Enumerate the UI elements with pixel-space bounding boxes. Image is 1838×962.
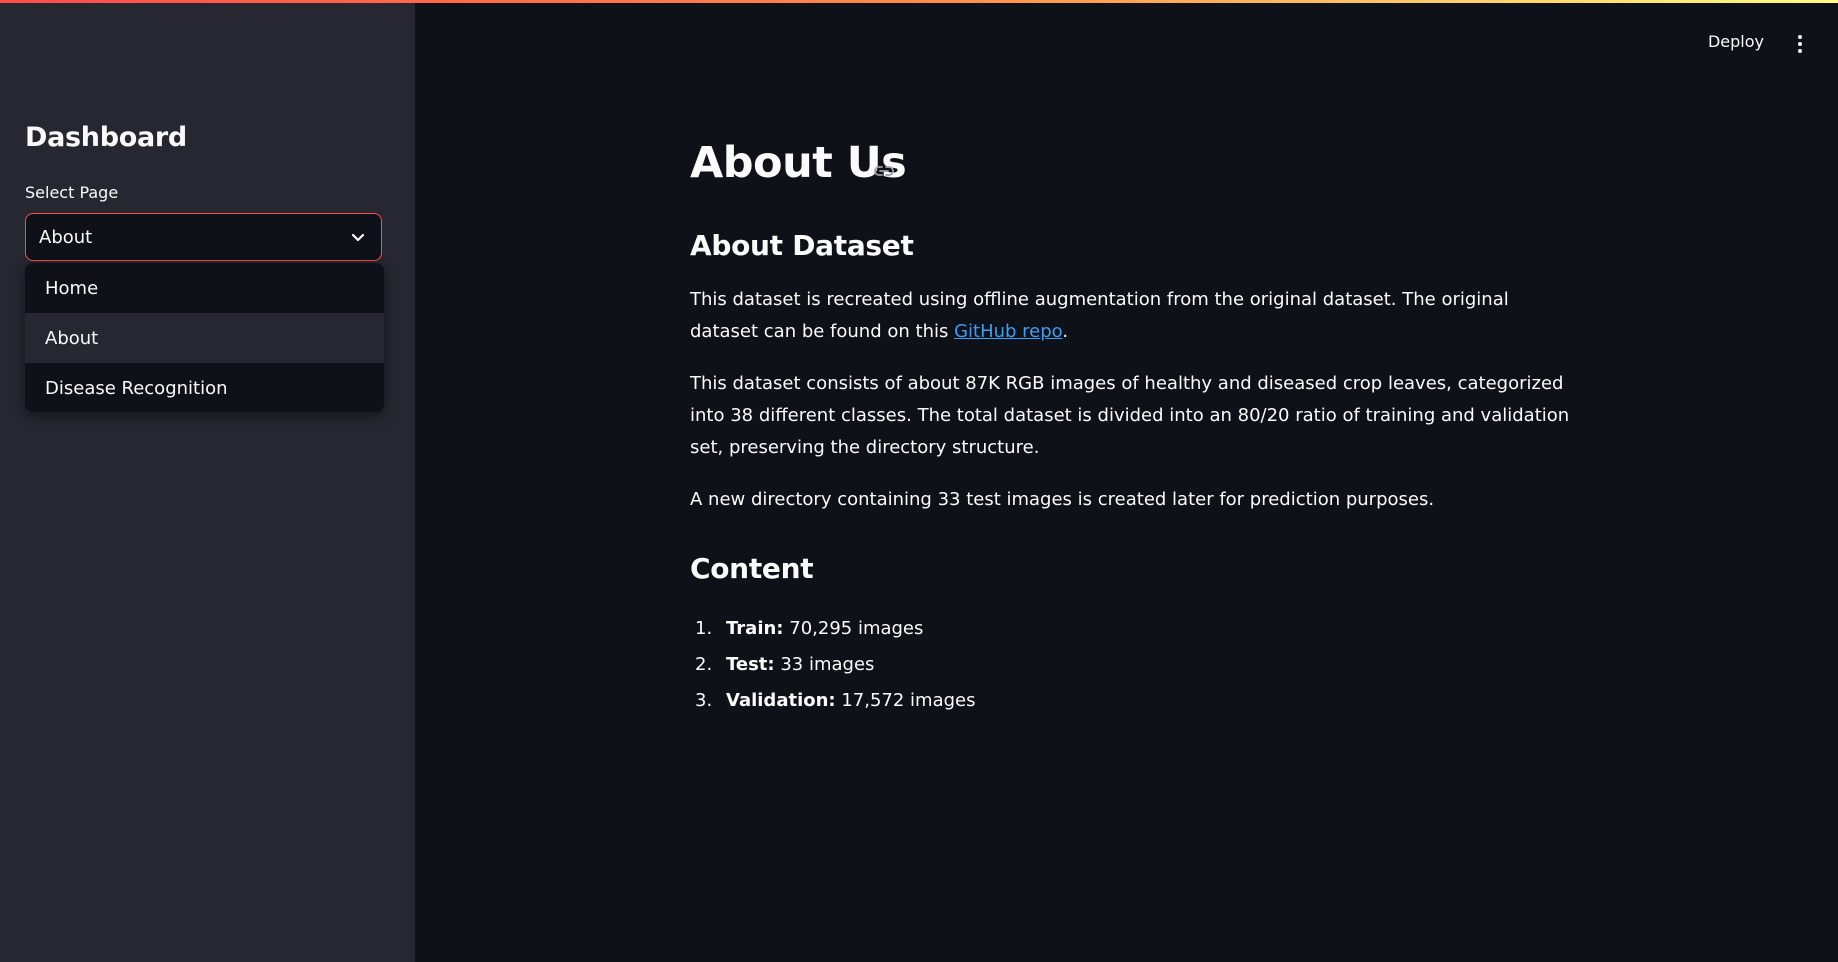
option-home[interactable]: Home — [25, 263, 384, 313]
dataset-description-paragraph: This dataset is recreated using offline … — [690, 284, 1570, 348]
chevron-down-icon — [351, 233, 365, 242]
list-label: Test: — [726, 654, 775, 675]
select-page-value: About — [39, 226, 93, 248]
top-decoration-bar — [0, 0, 1838, 3]
test-directory-paragraph: A new directory containing 33 test image… — [690, 489, 1435, 510]
list-item: 3. Validation: 17,572 images — [690, 683, 976, 719]
option-disease-recognition[interactable]: Disease Recognition — [25, 363, 384, 412]
list-value: 70,295 images — [783, 618, 924, 639]
content-list: 1. Train: 70,295 images 2. Test: 33 images… — [690, 611, 976, 719]
github-repo-link[interactable]: GitHub repo — [954, 321, 1062, 342]
about-dataset-heading: About Dataset — [690, 229, 914, 262]
select-page-label: Select Page — [25, 183, 119, 202]
list-label: Train: — [726, 618, 784, 639]
option-about[interactable]: About — [25, 313, 384, 363]
link-icon[interactable] — [872, 163, 896, 179]
sidebar: Dashboard Select Page About Home About D… — [0, 0, 415, 962]
list-number: 2. — [695, 654, 713, 675]
deploy-button[interactable]: Deploy — [1708, 32, 1764, 51]
select-page-options: Home About Disease Recognition — [25, 263, 384, 412]
select-page-dropdown[interactable]: About — [25, 213, 382, 261]
list-value: 33 images — [774, 654, 875, 675]
list-number: 3. — [695, 690, 713, 711]
list-item: 1. Train: 70,295 images — [690, 611, 976, 647]
dataset-description-end: . — [1062, 321, 1069, 342]
dataset-composition-paragraph: This dataset consists of about 87K RGB i… — [690, 373, 1570, 458]
list-value: 17,572 images — [835, 690, 976, 711]
content-heading: Content — [690, 552, 814, 585]
kebab-menu-icon[interactable] — [1796, 33, 1804, 55]
sidebar-title: Dashboard — [25, 122, 187, 153]
list-number: 1. — [695, 618, 713, 639]
dataset-description-text: This dataset is recreated using offline … — [690, 289, 1509, 342]
list-item: 2. Test: 33 images — [690, 647, 976, 683]
list-label: Validation: — [726, 690, 836, 711]
